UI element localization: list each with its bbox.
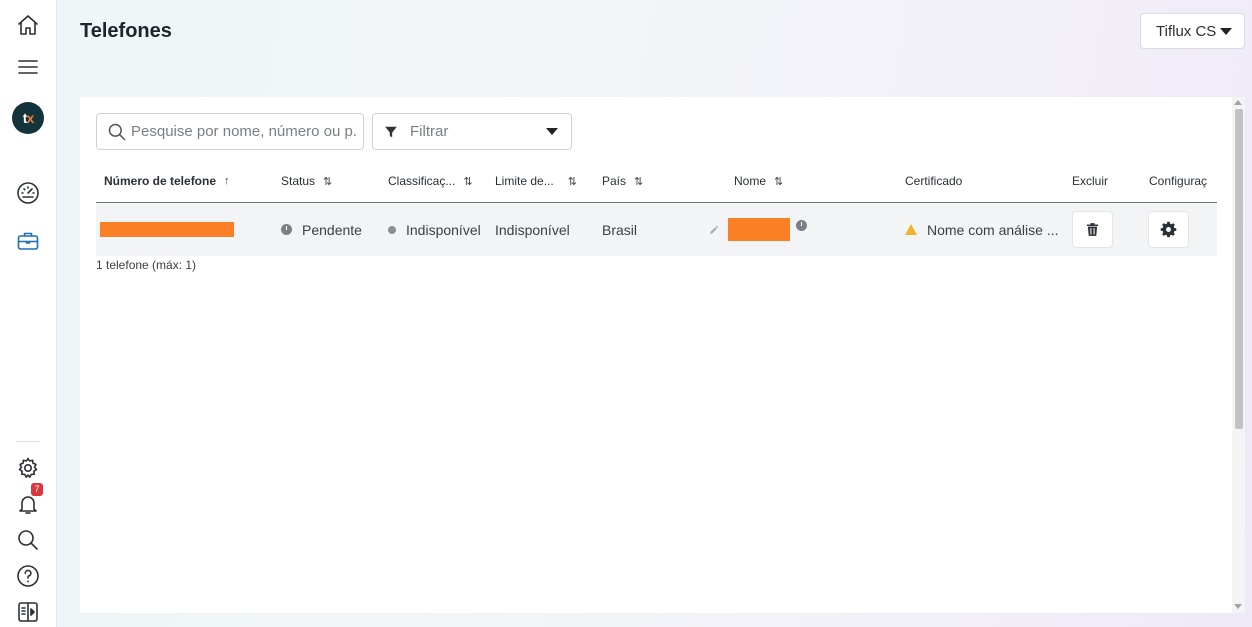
trash-icon (1086, 223, 1099, 236)
warning-icon (905, 224, 917, 235)
column-header-label: Status (281, 174, 316, 188)
scrollbar-thumb[interactable] (1235, 109, 1243, 429)
sort-icon: ⇅ (567, 175, 577, 188)
phones-card: Filtrar Número de telefone ↑ Status ⇅ Cl… (80, 97, 1245, 613)
redacted-name (728, 218, 790, 241)
column-header-name[interactable]: Nome ⇅ (734, 174, 783, 188)
status-text: Pendente (302, 221, 362, 238)
phone-number-cell (100, 203, 234, 256)
briefcase-icon[interactable] (14, 227, 42, 255)
sort-icon: ⇅ (634, 175, 644, 188)
sidebar-divider (16, 441, 40, 442)
table-row: Pendente Indisponível Indisponível Brasi… (96, 203, 1217, 256)
status-dot-icon (388, 225, 396, 234)
gear-icon[interactable] (14, 454, 42, 482)
status-cell: Pendente (281, 203, 362, 256)
company-logo[interactable]: tx (12, 102, 44, 134)
search-icon[interactable] (14, 526, 42, 554)
country-text: Brasil (602, 221, 638, 238)
bell-icon[interactable]: 7 (14, 483, 43, 518)
country-cell: Brasil (602, 203, 637, 256)
certificate-text: Nome com análise ... (927, 221, 1059, 238)
menu-icon[interactable] (14, 53, 42, 81)
name-cell (709, 203, 807, 256)
sort-icon: ⇅ (774, 175, 784, 188)
clock-icon (796, 220, 807, 231)
column-header-settings: Configuraç (1149, 174, 1207, 188)
chevron-down-icon (546, 128, 558, 135)
column-header-limit[interactable]: Limite de... ⇅ (495, 174, 577, 188)
scroll-up-arrow-icon[interactable] (1234, 100, 1242, 105)
dashboard-gauge-icon[interactable] (14, 179, 42, 207)
column-header-label: País (602, 174, 627, 188)
notification-badge: 7 (31, 483, 43, 496)
home-icon[interactable] (14, 11, 42, 39)
chevron-down-icon (1220, 28, 1232, 35)
pencil-icon[interactable] (709, 224, 720, 235)
company-select[interactable]: Tiflux CS (1140, 13, 1245, 49)
limit-text: Indisponível (495, 221, 570, 238)
panel-toggle-icon[interactable] (14, 598, 42, 626)
phone-count: 1 telefone (máx: 1) (96, 258, 197, 272)
column-header-delete: Excluir (1072, 174, 1108, 188)
sidebar: tx 7 (0, 0, 57, 627)
search-field[interactable] (96, 113, 364, 150)
gear-icon (1160, 221, 1177, 238)
company-select-value: Tiflux CS (1156, 22, 1217, 40)
help-icon[interactable] (14, 562, 42, 590)
column-header-label: Classificaç... (388, 174, 456, 188)
column-header-label: Certificado (905, 174, 963, 188)
scroll-down-arrow-icon[interactable] (1234, 604, 1242, 609)
page-title: Telefones (80, 20, 172, 42)
column-header-label: Excluir (1072, 174, 1109, 188)
column-header-label: Número de telefone (104, 174, 217, 188)
column-header-label: Limite de... (495, 174, 554, 188)
filter-label: Filtrar (410, 123, 449, 140)
column-header-classification[interactable]: Classificaç... ⇅ (388, 174, 473, 188)
column-header-status[interactable]: Status ⇅ (281, 174, 332, 188)
clock-icon (281, 224, 292, 235)
sort-icon: ⇅ (463, 175, 473, 188)
settings-button[interactable] (1148, 211, 1189, 248)
certificate-cell: Nome com análise ... (905, 203, 1059, 256)
search-input[interactable] (131, 123, 356, 140)
sort-icon: ⇅ (323, 175, 333, 188)
column-header-label: Configuraç (1149, 174, 1208, 188)
logo-letter-x: x (26, 110, 34, 126)
column-header-country[interactable]: País ⇅ (602, 174, 643, 188)
sort-asc-icon: ↑ (224, 175, 230, 187)
column-header-certificate: Certificado (905, 174, 962, 188)
filter-funnel-icon (385, 126, 397, 138)
column-header-phone-number[interactable]: Número de telefone ↑ (104, 174, 230, 188)
filter-select[interactable]: Filtrar (372, 113, 572, 150)
classification-text: Indisponível (406, 221, 481, 238)
delete-button[interactable] (1072, 211, 1113, 248)
classification-cell: Indisponível (388, 203, 481, 256)
column-header-label: Nome (734, 174, 767, 188)
search-icon (108, 123, 126, 141)
limit-cell: Indisponível (495, 203, 570, 256)
redacted-phone-number (100, 222, 234, 237)
